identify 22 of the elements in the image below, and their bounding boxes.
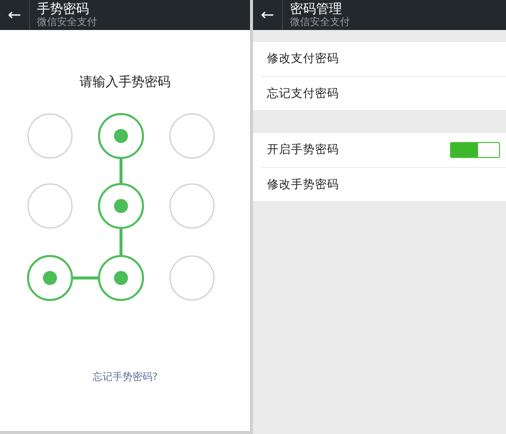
gesture-node[interactable] (169, 112, 215, 158)
screen-subtitle: 微信安全支付 (290, 16, 350, 28)
list-item[interactable]: 修改支付密码 (267, 50, 339, 68)
back-button[interactable]: ← (0, 0, 30, 30)
gesture-node[interactable] (27, 254, 73, 300)
screen-title: 密码管理 (290, 2, 343, 16)
gesture-node[interactable] (169, 182, 215, 228)
gesture-node[interactable] (169, 254, 215, 300)
list-item[interactable]: 忘记支付密码 (267, 84, 339, 102)
forgot-link[interactable]: 忘记手势密码? (92, 372, 158, 382)
screen-subtitle: 微信安全支付 (37, 16, 97, 28)
gesture-prompt: 请输入手势密码 (78, 74, 172, 92)
screen-title: 手势密码 (37, 2, 90, 16)
back-button[interactable]: ← (253, 0, 283, 30)
gesture-node[interactable] (72, 254, 144, 300)
gesture-node[interactable] (27, 112, 73, 158)
toggle-switch[interactable] (450, 142, 500, 158)
gesture-node[interactable] (98, 182, 144, 256)
setting-label: 开启手势密码 (267, 141, 339, 158)
gesture-node[interactable] (27, 182, 73, 228)
gesture-node[interactable] (98, 112, 144, 184)
list-item[interactable]: 修改手势密码 (267, 176, 339, 194)
